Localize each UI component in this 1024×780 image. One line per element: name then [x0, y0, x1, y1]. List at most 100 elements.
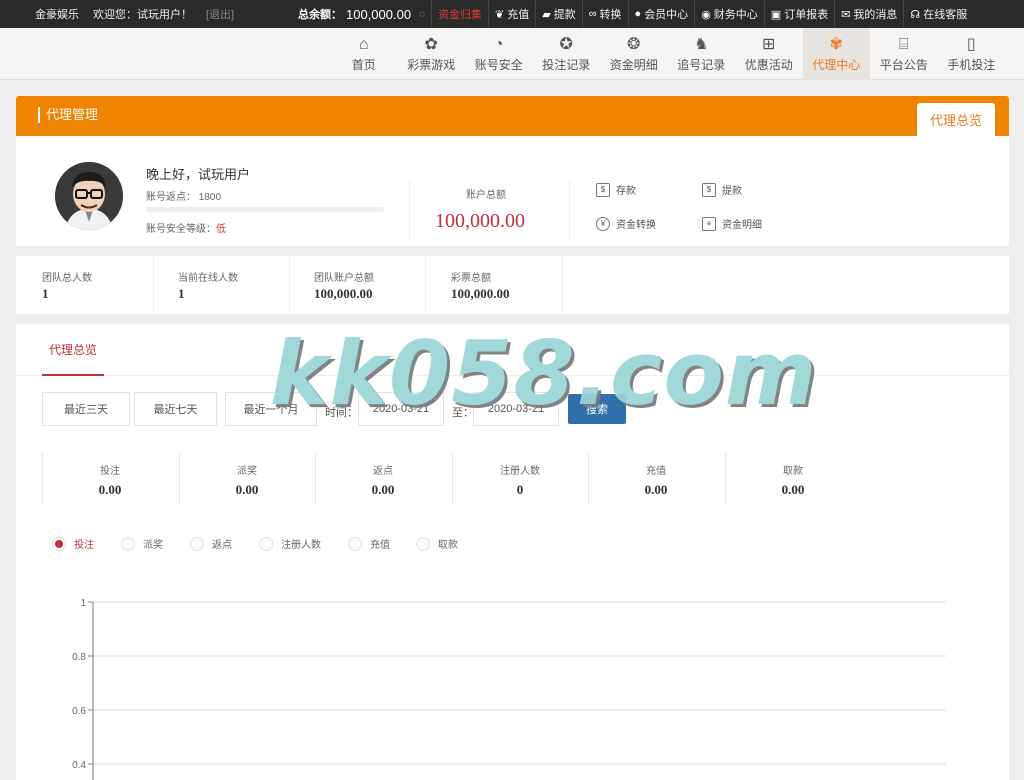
exchange-icon: ∞: [588, 8, 597, 20]
top-nav-withdraw[interactable]: ▰ 提款: [535, 0, 581, 28]
nav-label: 首页: [351, 57, 376, 72]
top-bar: 金豪娱乐 欢迎您：试玩用户！ [退出] 总余额： 100,000.00 ◌ 资金…: [0, 0, 1024, 28]
summary-label: 返点: [373, 466, 393, 477]
lottery-icon: ✿: [424, 35, 438, 53]
security-icon: ◔: [493, 35, 504, 53]
top-nav-label: 提款: [553, 9, 576, 21]
detail-icon: ≡: [702, 216, 716, 231]
total-balance-value: 100,000.00: [435, 210, 525, 232]
rebate-value: 1800: [198, 192, 222, 203]
top-nav-collect[interactable]: 资金归集: [431, 0, 488, 28]
radio-withdrawal[interactable]: 取款: [416, 536, 458, 551]
chart-y-tick-label: 0.8: [72, 652, 86, 663]
balance-display: 总余额： 100,000.00 ◌: [298, 0, 425, 28]
stat-value: 1: [42, 286, 49, 301]
summary-registrations: 注册人数 0: [452, 452, 588, 504]
nav-home[interactable]: ⌂ 首页: [330, 28, 398, 80]
finance-icon: ◉: [701, 8, 711, 21]
tab-agent-overview[interactable]: 代理总览: [917, 103, 995, 136]
nav-agent-center[interactable]: ✾ 代理中心: [802, 28, 870, 80]
quick-label: 资金明细: [722, 220, 762, 231]
summary-label: 派奖: [237, 466, 257, 477]
radio-registrations[interactable]: 注册人数: [259, 536, 321, 551]
summary-rebate: 返点 0.00: [315, 452, 451, 504]
summary-bet: 投注 0.00: [42, 452, 178, 504]
last-3-days-button[interactable]: 最近三天: [42, 392, 130, 426]
logout-link[interactable]: [退出]: [206, 6, 234, 22]
top-nav-report[interactable]: ▣ 订单报表: [763, 0, 834, 28]
nav-label: 投注记录: [542, 57, 591, 72]
quick-fund-detail[interactable]: ≡ 资金明细: [702, 216, 762, 231]
stat-label: 团队总人数: [42, 273, 92, 284]
user-card: 晚上好，试玩用户 账号返点： 1800 账号安全等级：低 账户总额 100,00…: [16, 136, 1009, 246]
radio-dot: [259, 536, 273, 551]
nav-label: 资金明细: [609, 57, 658, 72]
watermark-text: kk058.com: [270, 322, 818, 425]
radio-label: 返点: [212, 540, 232, 551]
chart-y-tick-label: 1: [80, 598, 86, 609]
top-nav-messages[interactable]: ✉ 我的消息: [834, 0, 903, 28]
radio-label: 取款: [438, 540, 458, 551]
summary-value: 0.00: [644, 482, 668, 497]
radio-label: 派奖: [143, 540, 163, 551]
summary-label: 投注: [100, 466, 120, 477]
total-balance-label: 账户总额: [466, 190, 506, 201]
line-chart: 1 0.8 0.6 0.4: [72, 598, 946, 780]
chart-y-tick-label: 0.6: [72, 706, 86, 717]
refresh-icon[interactable]: ◌: [419, 9, 425, 20]
quick-withdraw[interactable]: $ 提款: [702, 182, 742, 197]
last-7-days-button[interactable]: 最近七天: [134, 392, 217, 426]
nav-promotions[interactable]: ⊞ 优惠活动: [735, 28, 803, 80]
stat-value: 100,000.00: [451, 286, 510, 301]
quick-transfer[interactable]: ¥ 资金转换: [596, 216, 656, 231]
quick-deposit[interactable]: $ 存款: [596, 182, 636, 197]
team-stats: 团队总人数 1 当前在线人数 1 团队账户总额 100,000.00 彩票总额 …: [16, 256, 1009, 314]
nav-label: 手机投注: [947, 57, 996, 72]
avatar: [55, 162, 123, 230]
nav-bet-record[interactable]: ✪ 投注记录: [533, 28, 601, 80]
top-nav-recharge[interactable]: ❦ 充值: [488, 0, 535, 28]
tab-overview[interactable]: 代理总览: [42, 324, 104, 376]
radio-dot: [190, 536, 204, 551]
money-bag-icon: ❦: [495, 8, 505, 21]
nav-label: 账号安全: [474, 57, 523, 72]
nav-label: 优惠活动: [744, 57, 793, 72]
summary-withdrawal: 取款 0.00: [725, 452, 861, 504]
stat-team-balance: 团队账户总额 100,000.00: [289, 256, 426, 314]
main-nav: ⌂ 首页 ✿ 彩票游戏 ◔ 账号安全 ✪ 投注记录 ❂ 资金明细 ♞ 追号记录 ⊞ 优惠活动 …: [0, 28, 1024, 80]
radio-bet[interactable]: 投注: [52, 536, 94, 551]
mobile-icon: ▯: [966, 35, 976, 53]
top-nav-finance[interactable]: ◉ 财务中心: [694, 0, 764, 28]
top-nav-member[interactable]: ● 会员中心: [627, 0, 695, 28]
nav-label: 追号记录: [677, 57, 726, 72]
summary-value: 0.00: [371, 482, 395, 497]
radio-recharge[interactable]: 充值: [348, 536, 390, 551]
nav-chase-record[interactable]: ♞ 追号记录: [668, 28, 736, 80]
summary-value: 0.00: [781, 482, 805, 497]
radio-rebate[interactable]: 返点: [190, 536, 232, 551]
top-nav-label: 订单报表: [784, 9, 829, 21]
nav-mobile[interactable]: ▯ 手机投注: [938, 28, 1006, 80]
divider: [569, 180, 570, 240]
summary-payout: 派奖 0.00: [179, 452, 315, 504]
nav-announcement[interactable]: ⌸ 平台公告: [870, 28, 938, 80]
panel-title: 代理管理: [38, 107, 98, 123]
radio-payout[interactable]: 派奖: [121, 536, 163, 551]
welcome-text: 欢迎您：试玩用户！: [93, 9, 192, 21]
deposit-icon: $: [596, 182, 610, 197]
summary-label: 注册人数: [500, 466, 540, 477]
quick-label: 提款: [722, 186, 742, 197]
site-logo[interactable]: [45, 38, 105, 70]
summary-label: 充值: [646, 466, 666, 477]
top-nav-exchange[interactable]: ∞ 转换: [581, 0, 628, 28]
nav-lottery[interactable]: ✿ 彩票游戏: [398, 28, 466, 80]
report-icon: ▣: [770, 8, 782, 21]
nav-security[interactable]: ◔ 账号安全: [465, 28, 533, 80]
top-nav-support[interactable]: ☊ 在线客服: [903, 0, 973, 28]
rebate-info: 账号返点： 1800: [146, 188, 221, 203]
wallet-icon: ▰: [542, 8, 551, 21]
nav-label: 平台公告: [879, 57, 928, 72]
radio-label: 充值: [370, 540, 390, 551]
stat-label: 团队账户总额: [314, 273, 374, 284]
nav-fund-detail[interactable]: ❂ 资金明细: [600, 28, 668, 80]
